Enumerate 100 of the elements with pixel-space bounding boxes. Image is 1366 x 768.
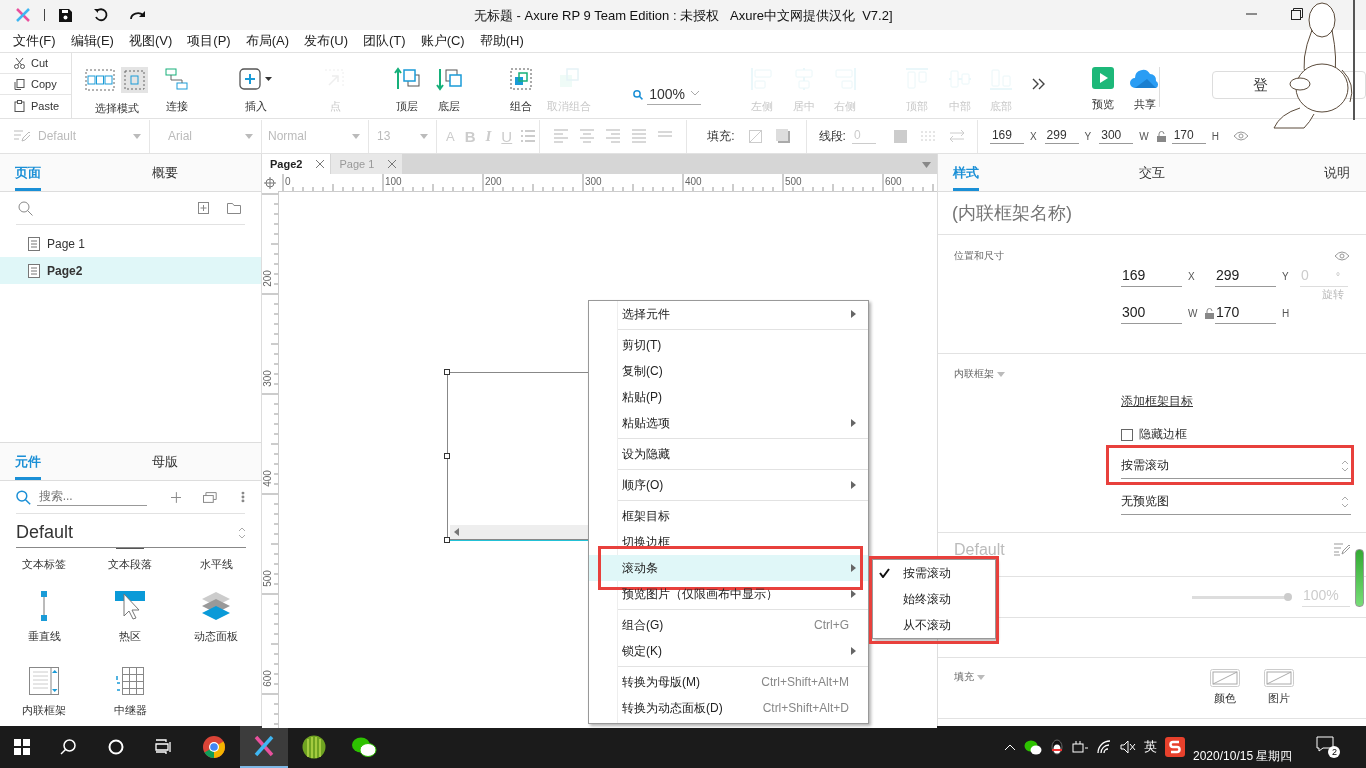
select-mode-button[interactable]: 选择模式 (77, 53, 157, 118)
menu-item[interactable]: 锁定(K) (618, 638, 868, 664)
dropdown-arrow-icon[interactable] (922, 162, 931, 168)
widget-item[interactable]: 垂直线 (1, 576, 87, 650)
page-item[interactable]: Page2 (0, 257, 261, 284)
widget-item[interactable]: 内联框架 (1, 650, 87, 724)
grass-icon[interactable] (302, 735, 326, 759)
inspector-tab[interactable]: 交互 (1138, 154, 1165, 191)
wifi-icon[interactable] (1096, 740, 1112, 754)
penguin-icon[interactable] (1050, 739, 1064, 755)
panel-tab[interactable]: 母版 (152, 443, 178, 480)
lock-icon[interactable] (1205, 308, 1215, 319)
menu-item[interactable]: 复制(C) (618, 358, 868, 384)
edit-style-icon[interactable] (1334, 543, 1350, 556)
search-icon[interactable] (18, 200, 33, 216)
undo-icon[interactable] (94, 8, 108, 22)
eye-icon[interactable] (1334, 251, 1350, 261)
eye-icon[interactable] (1232, 131, 1249, 141)
lock-icon[interactable] (1156, 130, 1166, 142)
more-chevron-icon[interactable] (1032, 78, 1046, 90)
group-button[interactable]: 组合 (498, 53, 544, 118)
slider-thumb[interactable] (1284, 592, 1292, 601)
preview-dropdown[interactable]: 无预览图 (1121, 489, 1351, 515)
submenu-item[interactable]: 按需滚动 (873, 560, 995, 586)
add-page-icon[interactable] (198, 202, 209, 214)
panel-tab[interactable]: 页面 (15, 154, 41, 191)
x-logo-icon[interactable] (253, 735, 275, 757)
input-method-icon[interactable] (1165, 737, 1185, 757)
taskbar-app[interactable] (240, 726, 288, 768)
menu-item[interactable]: 剪切(T) (618, 332, 868, 358)
stacked-windows-icon[interactable] (203, 491, 218, 503)
close-icon[interactable] (316, 160, 325, 168)
menu-item[interactable]: 转换为动态面板(D) Ctrl+Shift+Alt+D (618, 695, 868, 721)
stroke-color-icon[interactable] (893, 129, 907, 143)
submenu-item[interactable]: 从不滚动 (873, 612, 995, 638)
submenu-item[interactable]: 始终滚动 (873, 586, 995, 612)
geometry-field[interactable]: 169 (1121, 267, 1182, 287)
menu-item[interactable]: 粘贴选项 (618, 410, 868, 436)
insert-button[interactable]: 插入 (233, 53, 279, 118)
chevron-up-icon[interactable] (1004, 743, 1016, 751)
page-tab[interactable]: Page2 (262, 154, 331, 174)
notification-button[interactable]: 2 (1316, 736, 1341, 758)
library-dropdown[interactable]: Default (16, 518, 246, 548)
save-icon[interactable] (59, 8, 72, 22)
menu-item[interactable]: 编辑(E) (63, 32, 122, 50)
menu-item[interactable]: 转换为母版(M) Ctrl+Shift+Alt+M (618, 669, 868, 695)
browser-icon[interactable] (202, 735, 226, 759)
menu-item[interactable]: 粘贴(P) (618, 384, 868, 410)
menu-item[interactable]: 预览图片（仅限画布中显示） (618, 581, 868, 607)
widget-item[interactable]: 动态面板 (173, 576, 259, 650)
geometry-field[interactable]: 299 (1215, 267, 1276, 287)
geometry-field[interactable]: 300 (1099, 128, 1134, 144)
name-field[interactable]: (内联框架名称) (938, 192, 1366, 234)
zoom-dropdown[interactable]: 100% (627, 53, 707, 118)
menu-item[interactable]: 设为隐藏 (618, 441, 868, 467)
hide-border-checkbox[interactable]: 隐藏边框 (1121, 426, 1187, 443)
geometry-field[interactable]: 300 (1121, 304, 1182, 324)
close-icon[interactable] (388, 160, 397, 168)
fill-option-button[interactable]: 图片 (1264, 669, 1294, 718)
widget-item[interactable]: 热区 (87, 576, 173, 650)
connect-button[interactable]: 连接 (154, 53, 200, 118)
menu-item[interactable]: 项目(P) (180, 32, 239, 50)
menu-item[interactable]: 发布(U) (297, 32, 357, 50)
widget-item[interactable]: 文本段落 (87, 548, 173, 576)
add-target-link[interactable]: 添加框架目标 (1121, 393, 1193, 410)
plus-icon[interactable] (170, 491, 182, 503)
menu-item[interactable]: 框架目标 (618, 503, 868, 529)
menu-item[interactable]: 文件(F) (6, 32, 64, 50)
copy-button[interactable]: Copy (0, 74, 71, 95)
search-field[interactable]: 搜索... (36, 488, 147, 506)
crosshair-icon[interactable] (264, 177, 276, 189)
geometry-field[interactable]: 170 (1215, 304, 1276, 324)
clock-date[interactable]: 2020/10/15 星期四 (1193, 747, 1293, 765)
restore-icon[interactable] (1291, 8, 1303, 20)
folder-icon[interactable] (227, 202, 241, 214)
ime-indicator[interactable]: 英 (1144, 738, 1157, 756)
geometry-field[interactable]: 170 (1171, 128, 1206, 144)
resize-handle[interactable] (444, 453, 450, 459)
menu-item[interactable]: 组合(G) Ctrl+G (618, 612, 868, 638)
inspector-tab[interactable]: 说明 (1324, 154, 1350, 191)
menu-item[interactable]: 顺序(O) (618, 472, 868, 498)
resize-handle[interactable] (444, 537, 450, 543)
menu-item[interactable]: 团队(T) (356, 32, 414, 50)
more-vertical-icon[interactable] (241, 491, 245, 503)
chat-bubbles-icon[interactable] (351, 736, 377, 758)
resize-handle[interactable] (444, 369, 450, 375)
widget-item[interactable]: 文本标签 (1, 548, 87, 576)
shadow-icon[interactable] (775, 129, 790, 143)
menu-item[interactable]: 滚动条 (589, 555, 868, 581)
fill-option-button[interactable]: 颜色 (1210, 669, 1240, 718)
power-icon[interactable] (1072, 740, 1088, 754)
panel-tab[interactable]: 概要 (152, 154, 178, 191)
menu-item[interactable]: 视图(V) (121, 32, 181, 50)
widget-item[interactable]: 中继器 (87, 650, 173, 724)
paste-button[interactable]: Paste (0, 95, 71, 116)
scrolling-dropdown[interactable]: 按需滚动 (1121, 453, 1351, 479)
cut-button[interactable]: Cut (0, 53, 71, 74)
page-item[interactable]: Page 1 (0, 230, 261, 257)
widget-item[interactable]: 水平线 (173, 548, 259, 576)
menu-item[interactable]: 账户(C) (413, 32, 473, 50)
